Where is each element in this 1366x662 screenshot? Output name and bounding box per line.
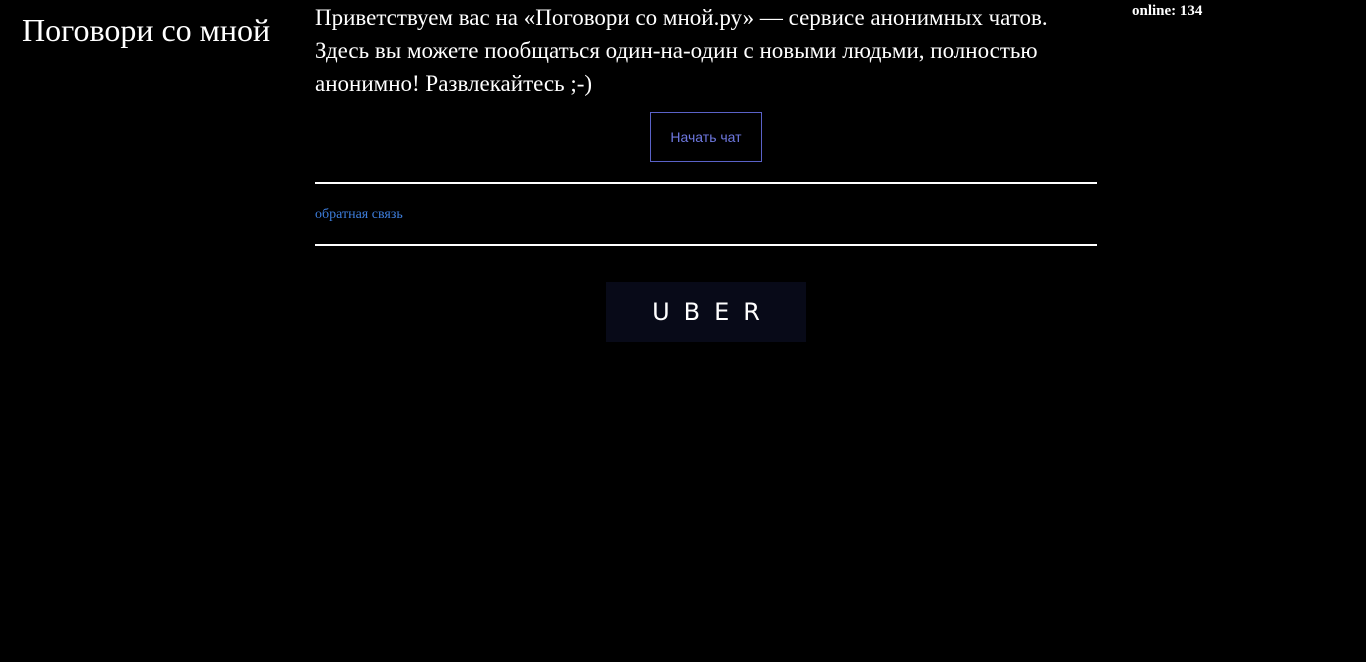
uber-ad-banner[interactable]: UBER <box>606 282 806 342</box>
feedback-row: обратная связь <box>315 184 1097 244</box>
site-title: Поговори со мной <box>22 12 271 48</box>
start-button-wrapper: Начать чат <box>315 112 1097 162</box>
intro-text: Приветствуем вас на «Поговори со мной.ру… <box>315 5 1048 96</box>
start-chat-button[interactable]: Начать чат <box>650 112 762 162</box>
online-counter: online: 134 <box>1132 3 1203 19</box>
feedback-link[interactable]: обратная связь <box>315 207 403 223</box>
uber-logo: UBER <box>652 298 774 326</box>
main-content: Приветствуем вас на «Поговори со мной.ру… <box>315 0 1097 246</box>
bottom-divider <box>315 244 1097 246</box>
